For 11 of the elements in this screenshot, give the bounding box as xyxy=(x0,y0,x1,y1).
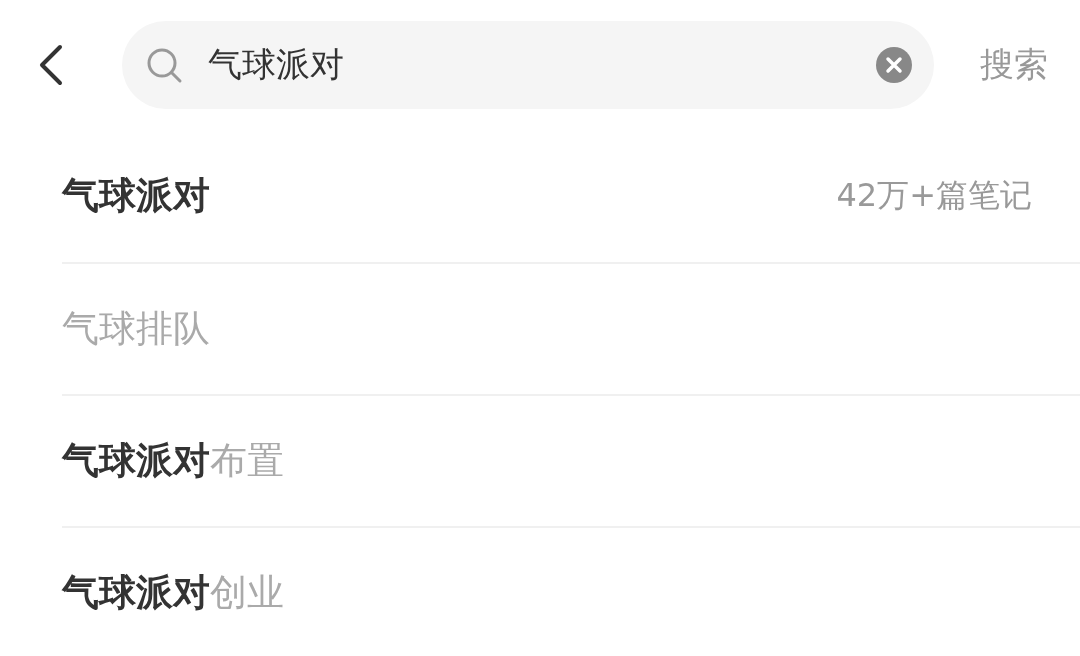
suggestion-item[interactable]: 气球派对 42万+篇笔记 xyxy=(62,130,1080,262)
suggestion-text: 气球派对创业 xyxy=(62,570,284,616)
suggestion-text: 气球派对 xyxy=(62,173,210,219)
search-bar[interactable]: 气球派对 xyxy=(122,21,934,109)
suggestion-text: 气球派对布置 xyxy=(62,438,284,484)
suggestion-item[interactable]: 气球派对创业 xyxy=(62,526,1080,656)
search-field[interactable]: 气球派对 xyxy=(208,45,876,85)
suggestion-item[interactable]: 气球派对布置 xyxy=(62,394,1080,526)
suggestion-text: 气球排队 xyxy=(62,306,210,352)
clear-icon[interactable] xyxy=(876,47,912,83)
note-count: 42万+篇笔记 xyxy=(836,175,1032,216)
